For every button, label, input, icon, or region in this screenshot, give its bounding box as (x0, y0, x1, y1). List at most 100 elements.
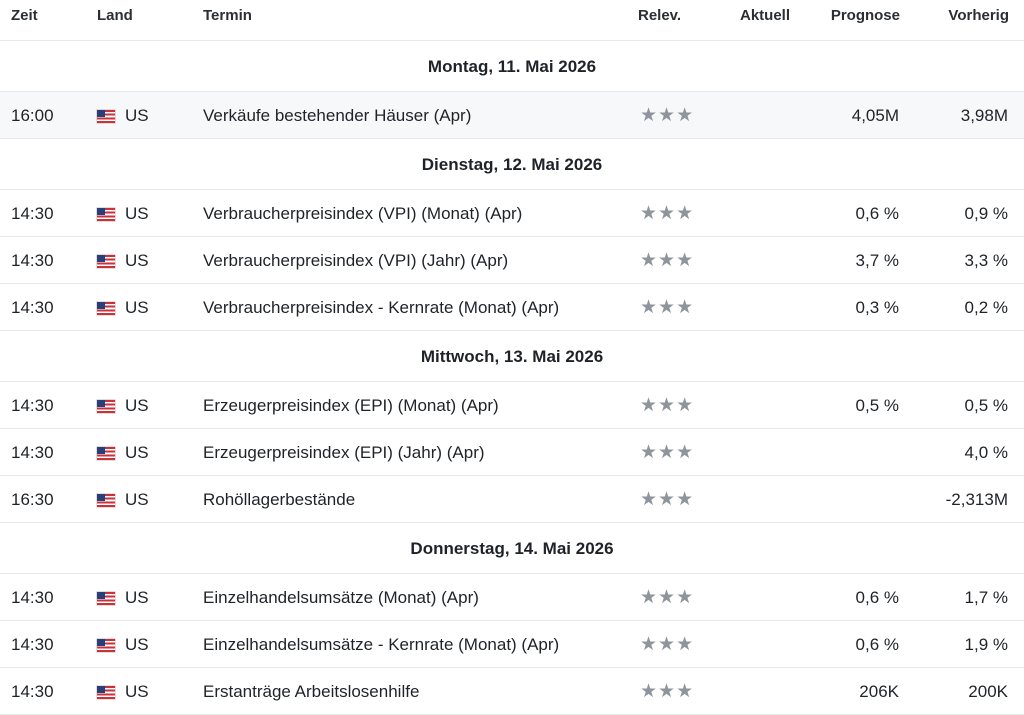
relevance-stars-icon: ★★★ (640, 203, 695, 224)
economic-calendar-table: Zeit Land Termin Relev. Aktuell Prognose… (0, 0, 1024, 715)
header-actual[interactable]: Aktuell (740, 7, 790, 24)
header-relevance[interactable]: Relev. (638, 7, 681, 24)
date-label: Dienstag, 12. Mai 2026 (421, 155, 603, 174)
date-group-header: Donnerstag, 14. Mai 2026 (0, 523, 1024, 574)
event-name[interactable]: Verkäufe bestehender Häuser (Apr) (203, 106, 471, 126)
table-row[interactable]: 14:30 US Einzelhandelsumsätze - Kernrate… (0, 621, 1024, 668)
us-flag-icon (97, 109, 115, 123)
event-time: 16:00 (11, 106, 54, 125)
country-code: US (125, 251, 149, 270)
country-code: US (125, 396, 149, 415)
country-code: US (125, 106, 149, 125)
country-cell: US (97, 682, 149, 702)
table-row[interactable]: 14:30 US Verbraucherpreisindex - Kernrat… (0, 284, 1024, 331)
us-flag-icon (97, 685, 115, 699)
forecast-value: 0,5 % (855, 396, 899, 415)
country-cell: US (97, 106, 149, 126)
event-name[interactable]: Erzeugerpreisindex (EPI) (Monat) (Apr) (203, 396, 499, 416)
date-group-header: Montag, 11. Mai 2026 (0, 41, 1024, 92)
relevance-stars-icon: ★★★ (640, 634, 695, 655)
date-group-header: Mittwoch, 13. Mai 2026 (0, 331, 1024, 382)
forecast-value: 0,6 % (855, 635, 899, 654)
event-time: 14:30 (11, 396, 54, 415)
event-time: 16:30 (11, 490, 54, 509)
country-cell: US (97, 298, 149, 318)
event-name[interactable]: Einzelhandelsumsätze - Kernrate (Monat) … (203, 635, 559, 655)
forecast-value: 0,3 % (855, 298, 899, 317)
country-code: US (125, 588, 149, 607)
event-time: 14:30 (11, 682, 54, 701)
relevance-stars-icon: ★★★ (640, 105, 695, 126)
previous-value: 3,3 % (964, 251, 1008, 270)
previous-value: 1,7 % (964, 588, 1008, 607)
previous-value: 0,2 % (964, 298, 1008, 317)
date-label: Montag, 11. Mai 2026 (427, 57, 597, 76)
relevance-stars-icon: ★★★ (640, 681, 695, 702)
table-row[interactable]: 14:30 US Einzelhandelsumsätze (Monat) (A… (0, 574, 1024, 621)
country-cell: US (97, 251, 149, 271)
header-previous[interactable]: Vorherig (948, 7, 1009, 24)
previous-value: 200K (968, 682, 1008, 701)
us-flag-icon (97, 301, 115, 315)
country-cell: US (97, 396, 149, 416)
previous-value: 0,5 % (964, 396, 1008, 415)
previous-value: 0,9 % (964, 204, 1008, 223)
date-group-header: Dienstag, 12. Mai 2026 (0, 139, 1024, 190)
table-row[interactable]: 16:30 US Rohöllagerbestände ★★★ -2,313M (0, 476, 1024, 523)
event-name[interactable]: Erzeugerpreisindex (EPI) (Jahr) (Apr) (203, 443, 485, 463)
country-cell: US (97, 490, 149, 510)
header-event[interactable]: Termin (203, 7, 252, 24)
country-code: US (125, 490, 149, 509)
event-time: 14:30 (11, 298, 54, 317)
us-flag-icon (97, 446, 115, 460)
event-name[interactable]: Einzelhandelsumsätze (Monat) (Apr) (203, 588, 479, 608)
country-cell: US (97, 204, 149, 224)
relevance-stars-icon: ★★★ (640, 297, 695, 318)
event-name[interactable]: Rohöllagerbestände (203, 490, 355, 510)
relevance-stars-icon: ★★★ (640, 250, 695, 271)
country-cell: US (97, 443, 149, 463)
relevance-stars-icon: ★★★ (640, 442, 695, 463)
table-row[interactable]: 14:30 US Verbraucherpreisindex (VPI) (Mo… (0, 190, 1024, 237)
country-code: US (125, 298, 149, 317)
header-time[interactable]: Zeit (11, 7, 38, 24)
country-code: US (125, 204, 149, 223)
forecast-value: 4,05M (851, 106, 899, 125)
table-row[interactable]: 16:00 US Verkäufe bestehender Häuser (Ap… (0, 92, 1024, 139)
us-flag-icon (97, 638, 115, 652)
country-code: US (125, 682, 149, 701)
date-label: Mittwoch, 13. Mai 2026 (420, 347, 604, 366)
previous-value: 4,0 % (964, 443, 1008, 462)
forecast-value: 0,6 % (855, 588, 899, 607)
country-code: US (125, 443, 149, 462)
previous-value: -2,313M (945, 490, 1008, 509)
event-time: 14:30 (11, 588, 54, 607)
event-name[interactable]: Verbraucherpreisindex (VPI) (Monat) (Apr… (203, 204, 522, 224)
table-header: Zeit Land Termin Relev. Aktuell Prognose… (0, 0, 1024, 41)
header-country[interactable]: Land (97, 7, 133, 24)
table-row[interactable]: 14:30 US Erzeugerpreisindex (EPI) (Monat… (0, 382, 1024, 429)
forecast-value: 206K (859, 682, 899, 701)
event-time: 14:30 (11, 443, 54, 462)
table-row[interactable]: 14:30 US Erzeugerpreisindex (EPI) (Jahr)… (0, 429, 1024, 476)
us-flag-icon (97, 399, 115, 413)
relevance-stars-icon: ★★★ (640, 489, 695, 510)
event-name[interactable]: Verbraucherpreisindex - Kernrate (Monat)… (203, 298, 559, 318)
previous-value: 1,9 % (964, 635, 1008, 654)
event-name[interactable]: Erstanträge Arbeitslosenhilfe (203, 682, 419, 702)
event-time: 14:30 (11, 204, 54, 223)
table-row[interactable]: 14:30 US Verbraucherpreisindex (VPI) (Ja… (0, 237, 1024, 284)
event-name[interactable]: Verbraucherpreisindex (VPI) (Jahr) (Apr) (203, 251, 508, 271)
country-cell: US (97, 588, 149, 608)
relevance-stars-icon: ★★★ (640, 395, 695, 416)
event-time: 14:30 (11, 251, 54, 270)
header-forecast[interactable]: Prognose (831, 7, 900, 24)
us-flag-icon (97, 493, 115, 507)
forecast-value: 0,6 % (855, 204, 899, 223)
country-cell: US (97, 635, 149, 655)
relevance-stars-icon: ★★★ (640, 587, 695, 608)
us-flag-icon (97, 591, 115, 605)
forecast-value: 3,7 % (855, 251, 899, 270)
country-code: US (125, 635, 149, 654)
us-flag-icon (97, 254, 115, 268)
